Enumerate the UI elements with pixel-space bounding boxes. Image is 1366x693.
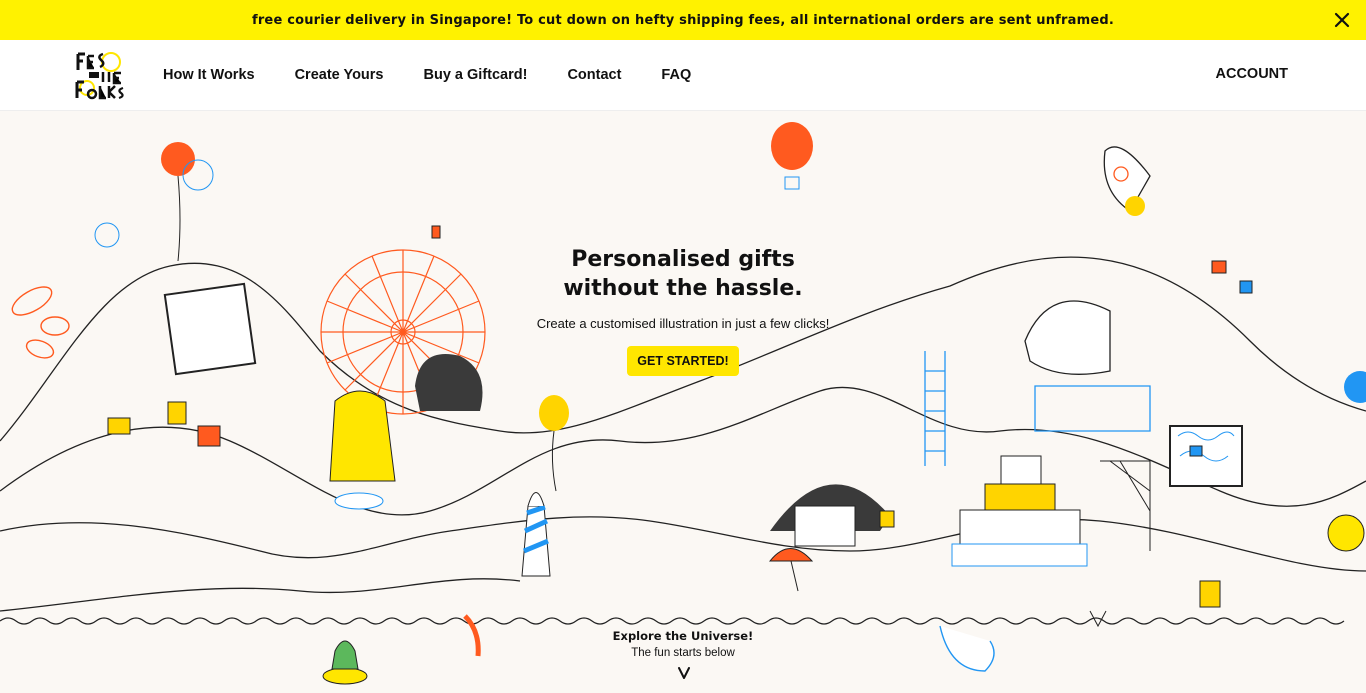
get-started-button[interactable]: GET STARTED! — [627, 346, 739, 376]
announcement-bar: free courier delivery in Singapore! To c… — [0, 0, 1366, 40]
explore-title: Explore the Universe! — [612, 629, 754, 643]
site-header: How It Works Create Yours Buy a Giftcard… — [0, 40, 1366, 111]
nav-buy-giftcard[interactable]: Buy a Giftcard! — [424, 67, 528, 83]
close-icon[interactable] — [1332, 10, 1352, 30]
rocket — [1103, 146, 1151, 216]
account-link[interactable]: ACCOUNT — [1216, 66, 1289, 82]
nav-how-it-works[interactable]: How It Works — [163, 67, 255, 83]
festive-folks-logo-icon[interactable] — [73, 48, 127, 102]
main-nav: How It Works Create Yours Buy a Giftcard… — [163, 40, 691, 110]
nav-faq[interactable]: FAQ — [661, 67, 691, 83]
nav-create-yours[interactable]: Create Yours — [295, 67, 384, 83]
nav-contact[interactable]: Contact — [567, 67, 621, 83]
hero-title: Personalised gifts without the hassle. — [563, 247, 803, 301]
explore-subtitle: The fun starts below — [631, 647, 735, 659]
chevron-down-icon[interactable] — [677, 667, 691, 679]
lighthouse — [521, 492, 551, 577]
hero-illustration — [0, 122, 1366, 685]
hero-section: Personalised gifts without the hassle. C… — [0, 111, 1366, 693]
announcement-text: free courier delivery in Singapore! To c… — [251, 12, 1115, 28]
birthday-cake — [951, 455, 1088, 567]
hero-subtitle: Create a customised illustration in just… — [536, 316, 830, 331]
